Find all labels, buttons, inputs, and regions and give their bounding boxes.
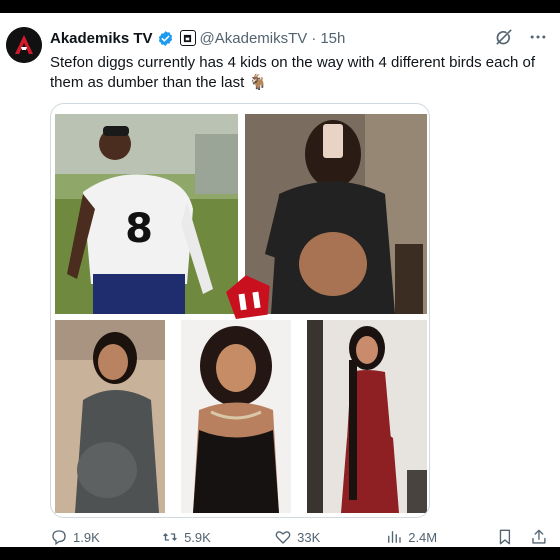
media-grid[interactable]: 8 [50,103,430,518]
grok-icon[interactable] [494,27,514,47]
reply-button[interactable]: 1.9K [50,528,161,546]
reply-count: 1.9K [73,529,100,545]
repost-icon [163,533,177,541]
author-name[interactable]: Akademiks TV [50,30,153,47]
affiliate-label-icon[interactable] [179,30,196,46]
like-icon [275,531,291,544]
view-count: 2.4M [408,529,438,545]
jersey-number: 8 [125,206,153,252]
views-icon [388,531,401,543]
views-button[interactable]: 2.4M [385,528,496,546]
media-image-3[interactable] [55,320,165,513]
media-image-5[interactable] [307,320,427,513]
repost-button[interactable]: 5.9K [161,528,274,546]
post-text: Stefon diggs currently has 4 kids on the… [50,54,535,91]
share-icon[interactable] [530,528,548,546]
media-image-4[interactable] [181,320,291,513]
author-handle[interactable]: @AkademiksTV [200,30,308,47]
more-icon[interactable] [528,27,548,47]
verified-badge-icon [158,30,172,46]
post-timestamp[interactable]: 15h [320,30,345,47]
repost-count: 5.9K [184,529,211,545]
separator-dot: · [311,29,317,47]
post-top-actions [494,27,548,47]
like-count: 33K [297,529,321,545]
tweet-card: Akademiks TV @AkademiksTV · 15h Stefon d… [0,13,560,547]
reply-icon [52,530,66,546]
bookmark-icon[interactable] [496,528,514,546]
avatar[interactable] [6,27,42,63]
avatar-logo [6,27,42,63]
watermark-logo [217,265,280,328]
media-image-1[interactable]: 8 [55,114,238,314]
action-bar: 1.9K 5.9K 33K 2.4M [50,527,548,547]
post-header: Akademiks TV @AkademiksTV · 15h [50,27,345,49]
like-button[interactable]: 33K [274,528,385,546]
